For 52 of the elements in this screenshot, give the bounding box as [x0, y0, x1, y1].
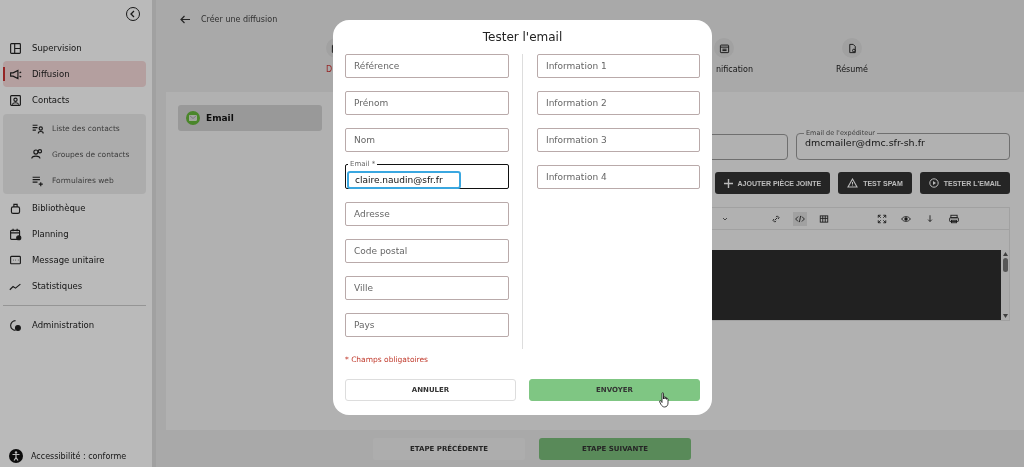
sidebar-item[interactable]: Bibliothèque: [3, 195, 146, 221]
accessibility-icon: [9, 449, 23, 463]
contact-card-icon: [9, 93, 22, 107]
arrow-down-icon: [1002, 314, 1008, 318]
message-icon: [9, 253, 22, 267]
input-field[interactable]: Information 2: [537, 91, 700, 115]
bag-icon: [9, 201, 22, 215]
link-icon: [771, 213, 781, 224]
chevron-left-icon: [129, 10, 137, 18]
sidebar-item[interactable]: Planning: [3, 221, 146, 247]
dialog-title: Tester l'email: [481, 30, 564, 44]
arrow-down-icon: [925, 213, 935, 224]
accessibility-status: Accessibilité : conforme: [31, 451, 127, 461]
table-icon: [819, 213, 829, 224]
input-field[interactable]: Nom: [345, 128, 509, 152]
source-code-button[interactable]: [793, 211, 807, 226]
arrow-up-icon: [1002, 252, 1008, 256]
back-button[interactable]: [180, 14, 191, 24]
page-title: Créer une diffusion: [201, 14, 278, 24]
hand-cursor-icon: [659, 392, 671, 408]
sidebar-item[interactable]: Diffusion: [3, 61, 146, 87]
mail-icon: [186, 111, 200, 125]
expand-icon: [877, 213, 887, 224]
scrollbar[interactable]: [1001, 250, 1009, 320]
step-label[interactable]: nification: [716, 65, 753, 74]
warning-icon: [847, 178, 859, 188]
sidebar-item[interactable]: Administration: [3, 312, 146, 338]
layout-icon: [9, 41, 22, 55]
input-field[interactable]: Pays: [345, 313, 509, 337]
step-label[interactable]: Résumé: [835, 65, 869, 74]
sidebar-item[interactable]: Supervision: [3, 35, 146, 61]
sidebar-item[interactable]: Contacts: [3, 87, 146, 113]
megaphone-icon: [9, 67, 22, 81]
play-icon: [928, 178, 939, 188]
plus-icon: [723, 178, 733, 188]
input-field[interactable]: Adresse: [345, 202, 509, 226]
code-icon: [795, 213, 805, 224]
input-field[interactable]: Information 4: [537, 165, 700, 189]
channel-tab[interactable]: Email: [178, 105, 322, 131]
sidebar-item[interactable]: Statistiques: [3, 273, 146, 299]
input-field[interactable]: Ville: [345, 276, 509, 300]
sidebar-item[interactable]: Message unitaire: [3, 247, 146, 273]
printer-icon: [949, 213, 959, 224]
input-field[interactable]: Code postal: [345, 239, 509, 263]
scrollbar-thumb[interactable]: [1002, 258, 1008, 272]
user-group-icon: [31, 147, 44, 161]
input-field[interactable]: Prénom: [345, 91, 509, 115]
input-field[interactable]: Information 3: [537, 128, 700, 152]
input-field[interactable]: Information 1: [537, 54, 700, 78]
step-label[interactable]: D: [326, 65, 333, 74]
eye-icon: [901, 213, 911, 224]
input-field[interactable]: Référence: [345, 54, 509, 78]
